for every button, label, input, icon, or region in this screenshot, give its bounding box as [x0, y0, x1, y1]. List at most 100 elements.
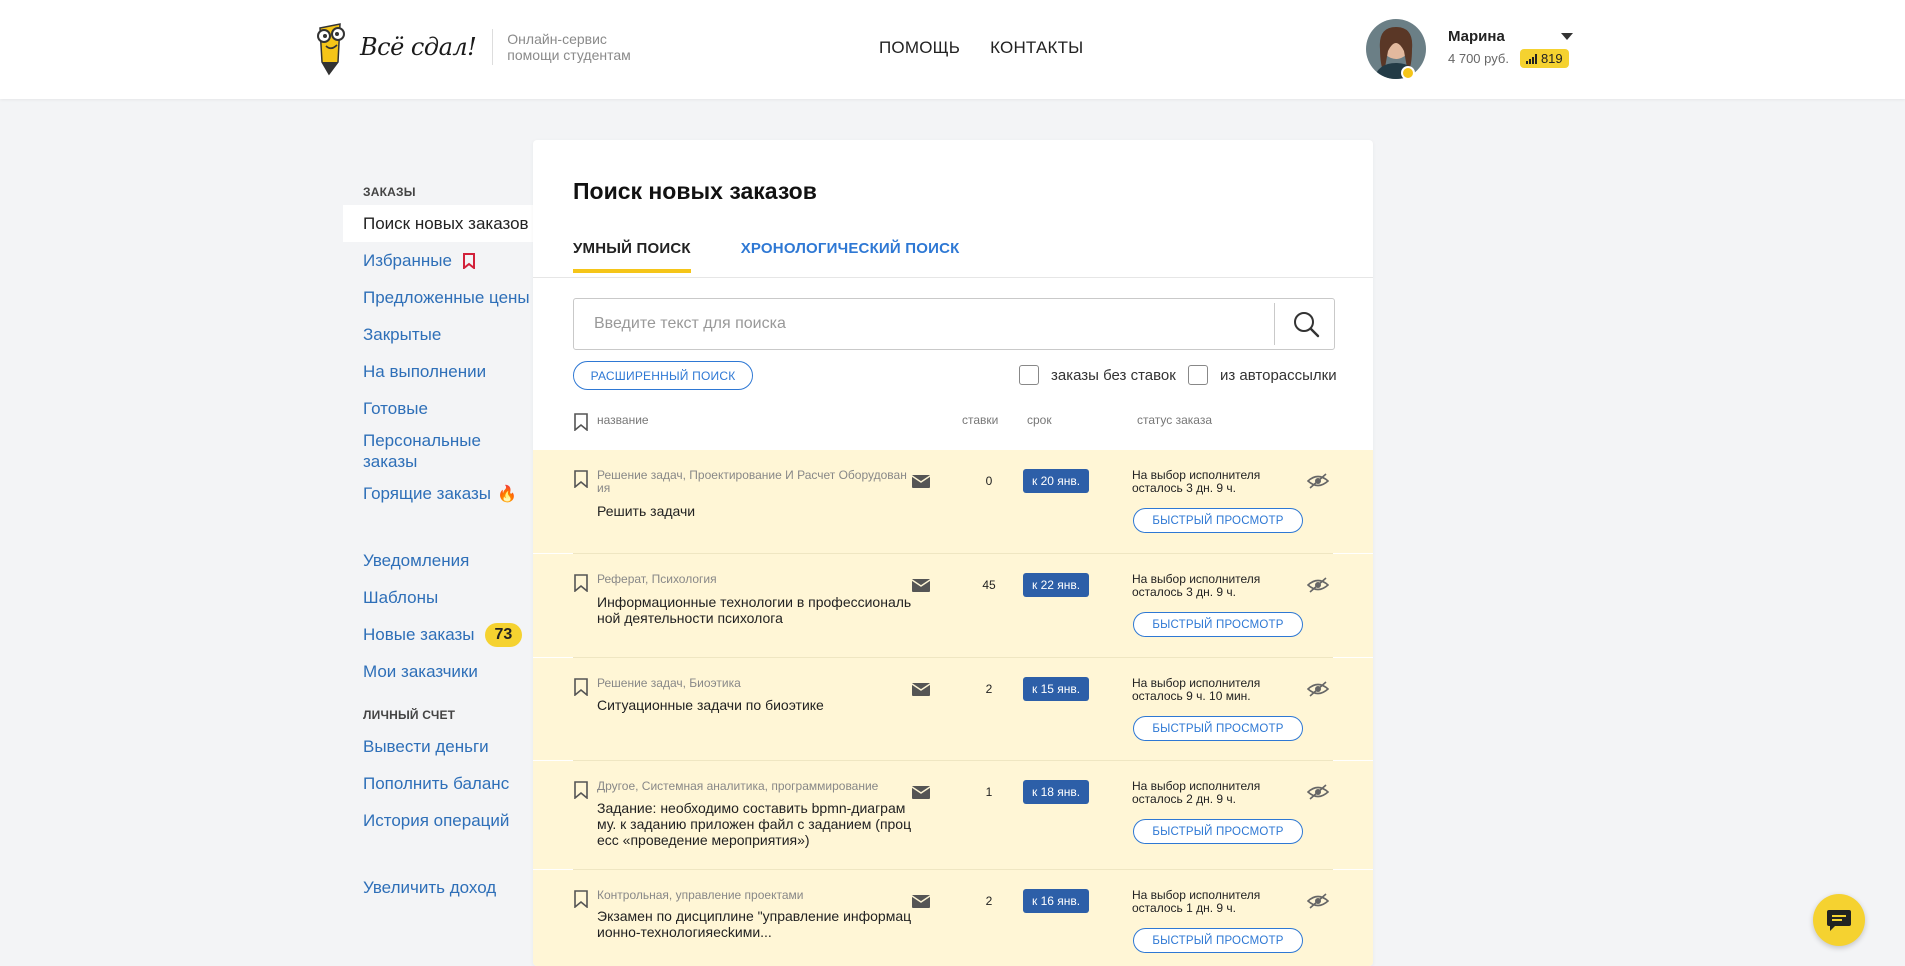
list-item[interactable]: Контрольная, управление проектами Экзаме…: [533, 870, 1373, 966]
bookmark-icon[interactable]: [573, 781, 589, 799]
count-badge: 73: [484, 622, 523, 647]
sidebar-item-templates[interactable]: Шаблоны: [343, 579, 533, 616]
order-title[interactable]: Ситуационные задачи по биоэтике: [597, 697, 913, 713]
top-nav: ПОМОЩЬ КОНТАКТЫ: [879, 38, 1083, 58]
eye-slash-icon[interactable]: [1307, 680, 1329, 698]
sidebar-item-label: Уведомления: [363, 550, 470, 570]
order-title[interactable]: Информационные технологии в профессионал…: [597, 594, 913, 626]
tagline-line-1: Онлайн-сервис: [507, 31, 607, 47]
sidebar-heading-orders: ЗАКАЗЫ: [363, 185, 416, 199]
column-header-bids: ставки: [962, 413, 999, 427]
sidebar-item-new-orders[interactable]: Новые заказы 73: [343, 616, 533, 653]
quick-view-button[interactable]: БЫСТРЫЙ ПРОСМОТР: [1133, 819, 1303, 844]
sidebar-item-in-progress[interactable]: На выполнении: [343, 353, 533, 390]
sidebar-item-label: Вывести деньги: [363, 736, 489, 756]
user-menu[interactable]: [1366, 19, 1426, 79]
checkbox[interactable]: [1019, 365, 1039, 385]
tabs-divider: [533, 277, 1373, 278]
tab-chronological-search[interactable]: ХРОНОЛОГИЧЕСКИЙ ПОИСК: [741, 240, 960, 273]
sidebar-item-label: Пополнить баланс: [363, 773, 510, 793]
order-title[interactable]: Задание: необходимо составить bpmn-диагр…: [597, 800, 913, 848]
bookmark-icon[interactable]: [573, 890, 589, 908]
envelope-icon[interactable]: [911, 473, 931, 489]
quick-view-button[interactable]: БЫСТРЫЙ ПРОСМОТР: [1133, 928, 1303, 953]
sidebar-item-label: Персональные заказы: [363, 431, 481, 471]
sidebar-item-label: На выполнении: [363, 361, 487, 381]
search-input[interactable]: [574, 299, 1274, 349]
sidebar-item-label: Предложенные цены: [363, 287, 530, 307]
quick-view-button[interactable]: БЫСТРЫЙ ПРОСМОТР: [1133, 716, 1303, 741]
eye-slash-icon[interactable]: [1307, 576, 1329, 594]
bookmark-icon[interactable]: [573, 470, 589, 488]
chat-bubble-icon: [1827, 910, 1851, 931]
sidebar-item-label: История операций: [363, 810, 510, 830]
envelope-icon[interactable]: [911, 784, 931, 800]
sidebar-item-label: Поиск новых заказов: [363, 213, 529, 233]
checkbox[interactable]: [1188, 365, 1208, 385]
pencil-mascot-icon: [310, 18, 354, 76]
sidebar-item-done[interactable]: Готовые: [343, 390, 533, 427]
nav-help-link[interactable]: ПОМОЩЬ: [879, 38, 960, 58]
top-header: Всё сдал! Онлайн-сервис помощи студентам…: [0, 0, 1905, 99]
eye-slash-icon[interactable]: [1307, 892, 1329, 910]
sidebar-item-search-orders[interactable]: Поиск новых заказов: [343, 205, 533, 242]
list-item[interactable]: Решение задач, Биоэтика Ситуационные зад…: [533, 658, 1373, 761]
envelope-icon[interactable]: [911, 893, 931, 909]
sidebar-item-label: Мои заказчики: [363, 661, 478, 681]
list-item[interactable]: Решение задач, Проектирование И Расчет О…: [533, 450, 1373, 554]
sidebar-heading-account: ЛИЧНЫЙ СЧЕТ: [363, 708, 456, 722]
sidebar-item-label: Избранные: [363, 250, 452, 270]
envelope-icon[interactable]: [911, 681, 931, 697]
sidebar-item-history[interactable]: История операций: [343, 802, 533, 839]
user-balance: 4 700 руб.: [1448, 51, 1509, 66]
bookmark-icon[interactable]: [573, 678, 589, 696]
sidebar-item-notifications[interactable]: Уведомления: [343, 542, 533, 579]
rating-badge[interactable]: 819: [1519, 49, 1569, 68]
list-item[interactable]: Другое, Системная аналитика, программиро…: [533, 761, 1373, 870]
sidebar-item-personal-orders[interactable]: Персональные заказы: [343, 427, 533, 475]
envelope-icon[interactable]: [911, 577, 931, 593]
tab-smart-search[interactable]: УМНЫЙ ПОИСК: [573, 240, 691, 273]
sidebar-item-hot-orders[interactable]: Горящие заказы 🔥: [343, 475, 533, 512]
eye-slash-icon[interactable]: [1307, 472, 1329, 490]
order-category: Решение задач, Биоэтика: [597, 676, 741, 690]
advanced-search-button[interactable]: РАСШИРЕННЫЙ ПОИСК: [573, 361, 753, 390]
quick-view-button[interactable]: БЫСТРЫЙ ПРОСМОТР: [1133, 508, 1303, 533]
sidebar-item-label: Шаблоны: [363, 587, 439, 607]
sidebar-item-closed[interactable]: Закрытые: [343, 316, 533, 353]
eye-slash-icon[interactable]: [1307, 783, 1329, 801]
bookmark-icon[interactable]: [573, 574, 589, 592]
search-divider: [1274, 303, 1275, 345]
order-title[interactable]: Решить задачи: [597, 503, 913, 519]
status-dot: [1401, 66, 1415, 80]
list-item[interactable]: Реферат, Психология Информационные техно…: [533, 554, 1373, 658]
filter-no-bids[interactable]: заказы без ставок: [1019, 365, 1176, 385]
avatar[interactable]: [1366, 19, 1426, 79]
sidebar-item-label: Горящие заказы: [363, 483, 491, 503]
search-button[interactable]: [1277, 299, 1334, 349]
chevron-down-icon[interactable]: [1561, 33, 1573, 40]
bookmark-icon[interactable]: [573, 413, 589, 431]
fire-icon: 🔥: [497, 485, 517, 503]
order-deadline: к 15 янв.: [1023, 677, 1090, 701]
sidebar-item-label: Новые заказы: [363, 624, 475, 644]
order-deadline: к 20 янв.: [1023, 469, 1090, 493]
sidebar-item-withdraw[interactable]: Вывести деньги: [343, 728, 533, 765]
chat-button[interactable]: [1813, 894, 1865, 946]
logo[interactable]: Всё сдал! Онлайн-сервис помощи студентам: [310, 18, 631, 76]
order-title[interactable]: Экзамен по дисциплине "управление информ…: [597, 908, 913, 940]
sidebar-item-favorites[interactable]: Избранные: [343, 242, 533, 279]
quick-view-button[interactable]: БЫСТРЫЙ ПРОСМОТР: [1133, 612, 1303, 637]
filter-auto-mailing[interactable]: из авторассылки: [1188, 365, 1337, 385]
sidebar-item-top-up[interactable]: Пополнить баланс: [343, 765, 533, 802]
sidebar-item-label: Увеличить доход: [363, 877, 497, 897]
sidebar-item-increase-income[interactable]: Увеличить доход: [343, 869, 533, 906]
order-bids: 45: [982, 578, 996, 592]
sidebar-item-label: Закрытые: [363, 324, 442, 344]
column-header-name: название: [597, 413, 649, 427]
sidebar-item-offered-prices[interactable]: Предложенные цены: [343, 279, 533, 316]
sidebar-item-my-customers[interactable]: Мои заказчики: [343, 653, 533, 690]
nav-contacts-link[interactable]: КОНТАКТЫ: [990, 38, 1083, 58]
